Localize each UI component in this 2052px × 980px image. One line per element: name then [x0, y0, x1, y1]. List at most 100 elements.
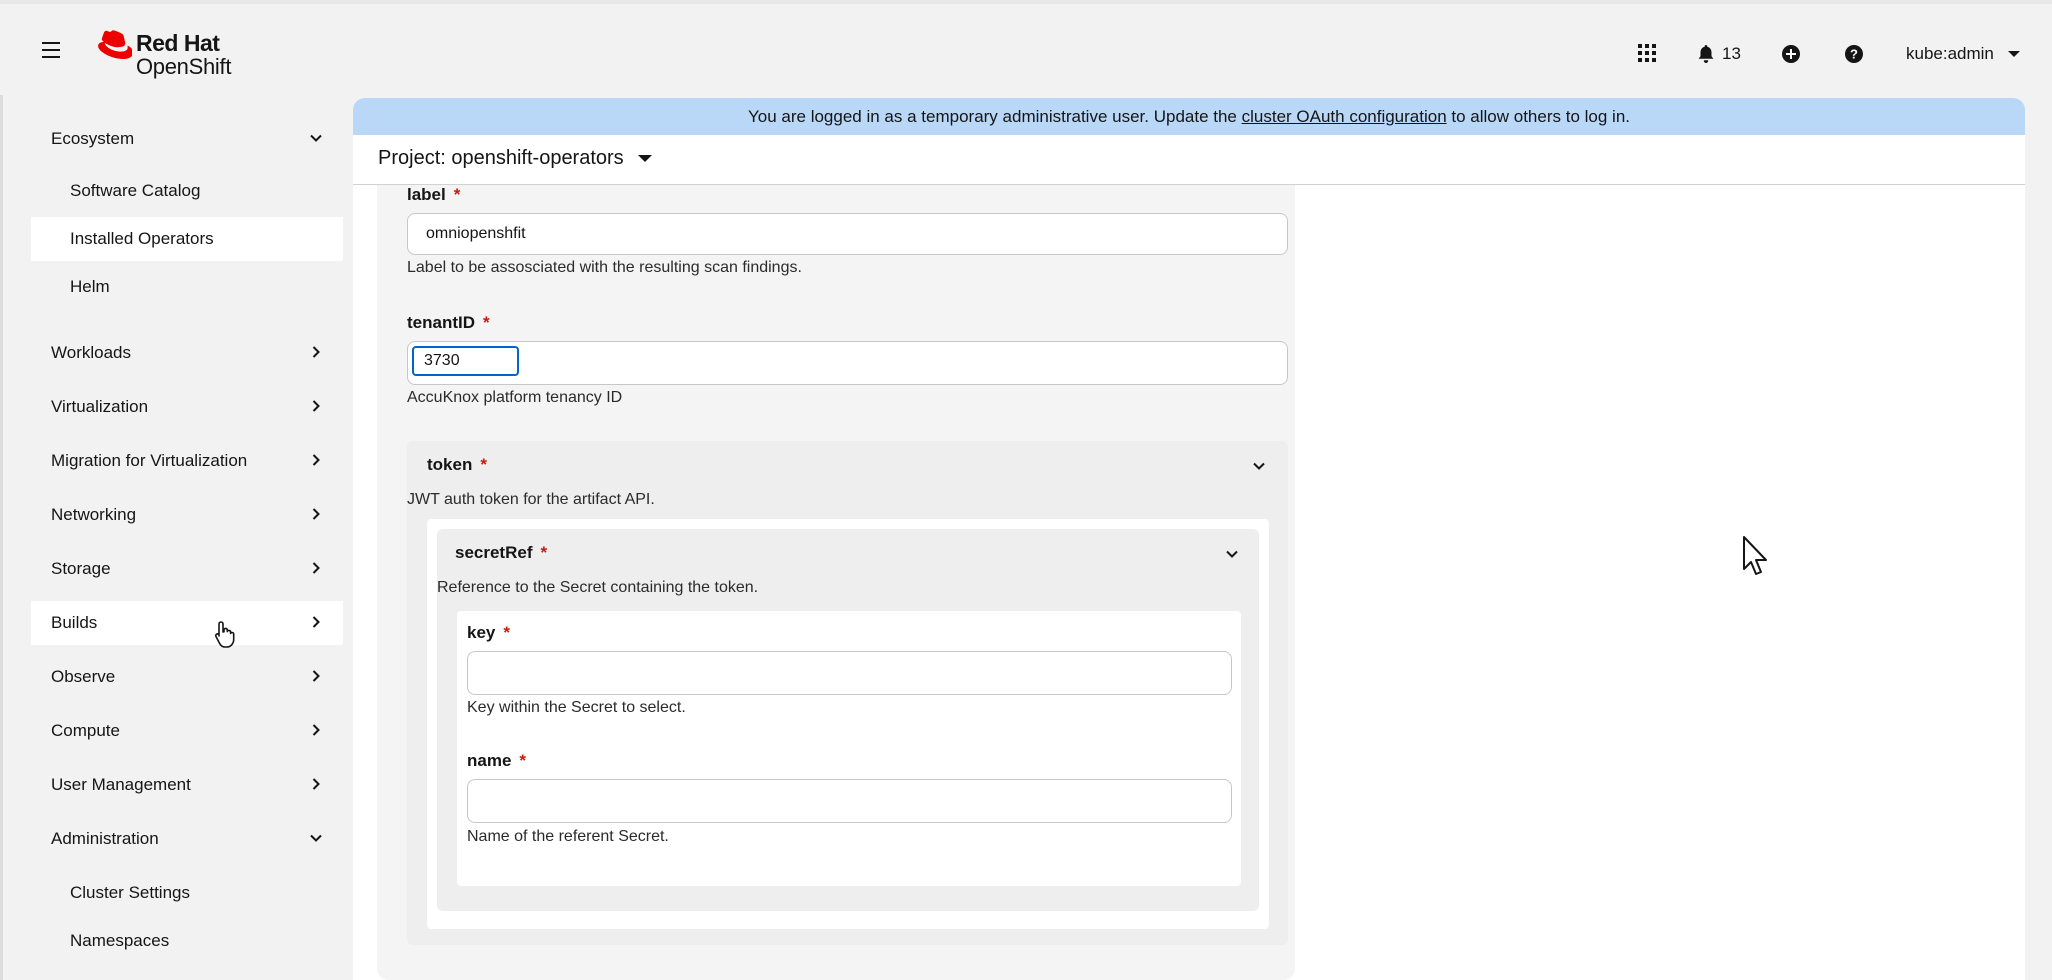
- chevron-right-icon: [312, 670, 320, 682]
- hand-pointer-icon: [214, 621, 235, 648]
- redhat-openshift-logo[interactable]: Red Hat OpenShift: [92, 28, 252, 80]
- hamburger-menu-icon[interactable]: [42, 42, 60, 58]
- chevron-right-icon: [312, 454, 320, 466]
- secretref-card: key * Key within the Secret to select. na…: [457, 611, 1241, 886]
- chevron-down-icon[interactable]: [1252, 459, 1266, 473]
- main-content: label * omniopenshfit Label to be assosci…: [353, 185, 2025, 980]
- app-launcher-icon[interactable]: [1638, 44, 1656, 62]
- chevron-right-icon: [312, 562, 320, 574]
- key-input[interactable]: [467, 651, 1232, 695]
- sidebar-item-label: Administration: [51, 829, 159, 848]
- sidebar-item-ecosystem[interactable]: Ecosystem: [31, 117, 343, 161]
- label-field-label: label *: [407, 185, 460, 205]
- chevron-right-icon: [312, 400, 320, 412]
- sidebar-item-builds[interactable]: Builds: [31, 601, 343, 645]
- sidebar-item-observe[interactable]: Observe: [31, 655, 343, 699]
- token-label: token: [427, 455, 473, 474]
- chevron-right-icon: [312, 778, 320, 790]
- question-circle-icon: ?: [1845, 45, 1863, 63]
- operand-form: label * omniopenshfit Label to be assosci…: [377, 185, 1295, 980]
- sidebar-item-label: Installed Operators: [70, 229, 214, 248]
- sidebar-item-label: Storage: [51, 559, 111, 578]
- mouse-pointer-icon: [1743, 536, 1767, 575]
- token-section-header[interactable]: token *: [427, 455, 487, 475]
- redhat-hat-icon: [98, 30, 132, 59]
- secretref-section-header[interactable]: secretRef *: [455, 543, 547, 563]
- sidebar-item-namespaces[interactable]: Namespaces: [31, 919, 343, 963]
- required-marker: *: [480, 455, 487, 474]
- chevron-down-icon: [310, 834, 322, 842]
- notifications-count: 13: [1722, 44, 1741, 63]
- label-input[interactable]: omniopenshfit: [407, 213, 1288, 255]
- name-help-text: Name of the referent Secret.: [467, 828, 669, 845]
- caret-down-icon: [637, 155, 652, 162]
- sidebar-item-label: User Management: [51, 775, 191, 794]
- token-section: token * JWT auth token for the artifact A…: [407, 441, 1288, 945]
- name-field-label: name *: [467, 751, 526, 771]
- sidebar-item-virtualization[interactable]: Virtualization: [31, 385, 343, 429]
- sidebar-item-storage[interactable]: Storage: [31, 547, 343, 591]
- sidebar-item-label: Migration for Virtualization: [51, 451, 248, 470]
- sidebar-item-workloads[interactable]: Workloads: [31, 331, 343, 375]
- chevron-right-icon: [312, 508, 320, 520]
- chevron-right-icon: [312, 346, 320, 358]
- secretref-label: secretRef: [455, 543, 533, 562]
- sidebar-nav: Ecosystem Software Catalog Installed Ope…: [0, 95, 347, 980]
- quick-create-button[interactable]: [1782, 42, 1800, 66]
- tenantid-field-label: tenantID *: [407, 313, 490, 333]
- chevron-right-icon: [312, 616, 320, 628]
- cluster-oauth-link[interactable]: cluster OAuth configuration: [1242, 107, 1447, 126]
- tenantid-field-label-text: tenantID: [407, 313, 475, 332]
- secretref-section: secretRef * Reference to the Secret conta…: [437, 529, 1259, 911]
- sidebar-item-label: Compute: [51, 721, 120, 740]
- sidebar-item-networking[interactable]: Networking: [31, 493, 343, 537]
- sidebar-item-label: Virtualization: [51, 397, 149, 416]
- bell-icon: [1698, 45, 1714, 63]
- label-help-text: Label to be assosciated with the resulti…: [407, 259, 802, 276]
- sidebar-item-compute[interactable]: Compute: [31, 709, 343, 753]
- chevron-right-icon: [312, 724, 320, 736]
- sidebar-item-software-catalog[interactable]: Software Catalog: [31, 169, 343, 213]
- sidebar-item-cluster-settings[interactable]: Cluster Settings: [31, 871, 343, 915]
- tenantid-input[interactable]: 3730: [407, 341, 1288, 385]
- brand-name-line1: Red Hat: [136, 30, 220, 56]
- sidebar-item-label: Workloads: [51, 343, 131, 362]
- plus-circle-icon: [1782, 45, 1800, 63]
- required-marker: *: [483, 313, 490, 332]
- chevron-down-icon[interactable]: [1225, 547, 1239, 561]
- key-help-text: Key within the Secret to select.: [467, 699, 686, 716]
- tenantid-input-value: 3730: [424, 352, 460, 369]
- secretref-help-text: Reference to the Secret containing the t…: [437, 579, 759, 596]
- user-menu-button[interactable]: kube:admin: [1906, 42, 2020, 66]
- sidebar-item-label: Helm: [70, 277, 110, 296]
- label-input-value: omniopenshfit: [426, 225, 526, 242]
- tenantid-help-text: AccuKnox platform tenancy ID: [407, 389, 623, 406]
- masthead: Red Hat OpenShift 13 ? kube:admin: [0, 0, 2052, 95]
- sidebar-item-installed-operators[interactable]: Installed Operators: [31, 217, 343, 261]
- chevron-down-icon: [310, 134, 322, 142]
- sidebar-item-label: Observe: [51, 667, 116, 686]
- key-field-label-text: key: [467, 623, 496, 642]
- sidebar-item-helm[interactable]: Helm: [31, 265, 343, 309]
- sidebar-item-label: Namespaces: [70, 931, 170, 950]
- tenantid-input-focus[interactable]: 3730: [412, 346, 519, 376]
- token-card: secretRef * Reference to the Secret conta…: [427, 519, 1269, 929]
- temporary-admin-banner: You are logged in as a temporary adminis…: [353, 98, 2025, 135]
- sidebar-item-migration-for-virtualization[interactable]: Migration for Virtualization: [31, 439, 343, 483]
- key-field-label: key *: [467, 623, 510, 643]
- sidebar-item-label: Cluster Settings: [70, 883, 190, 902]
- caret-down-icon: [2007, 51, 2020, 57]
- help-button[interactable]: ?: [1845, 42, 1863, 66]
- banner-text-before: You are logged in as a temporary adminis…: [748, 107, 1242, 126]
- sidebar-item-user-management[interactable]: User Management: [31, 763, 343, 807]
- sidebar-item-label: Software Catalog: [70, 181, 201, 200]
- sidebar-item-label: Builds: [51, 613, 98, 632]
- sidebar-item-label: Ecosystem: [51, 129, 135, 148]
- sidebar-item-administration[interactable]: Administration: [31, 817, 343, 861]
- project-selector[interactable]: Project: openshift-operators: [378, 147, 652, 170]
- required-marker: *: [503, 623, 510, 642]
- notifications-button[interactable]: 13: [1698, 42, 1741, 66]
- name-input[interactable]: [467, 779, 1232, 823]
- name-field-label-text: name: [467, 751, 512, 770]
- brand-name-line2: OpenShift: [136, 54, 232, 79]
